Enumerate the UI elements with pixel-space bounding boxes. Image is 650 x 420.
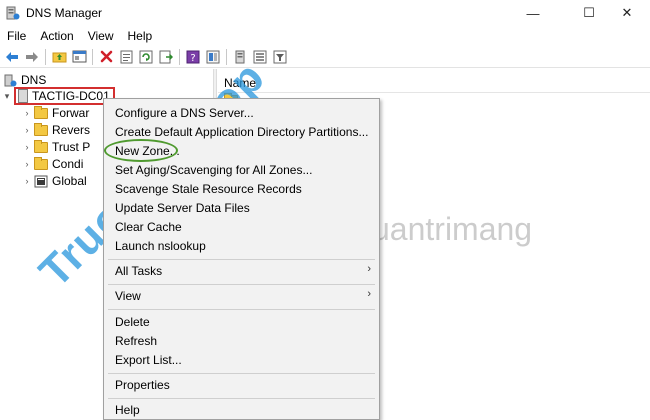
tree-item-dns-root[interactable]: DNS — [4, 72, 46, 88]
tree-item-server[interactable]: ▾ TACTIG-DC01 — [2, 87, 115, 105]
menu-separator — [108, 373, 375, 374]
refresh-icon[interactable] — [137, 48, 155, 66]
server-highlight-box: TACTIG-DC01 — [14, 87, 115, 105]
properties-icon[interactable] — [117, 48, 135, 66]
chevron-right-icon[interactable]: › — [22, 159, 32, 169]
toolbar-separator — [179, 48, 180, 65]
menu-item-export-list[interactable]: Export List... — [104, 350, 379, 369]
back-arrow-icon[interactable] — [3, 48, 21, 66]
menu-item-help[interactable]: Help — [104, 400, 379, 419]
tree-item-forward-lookup[interactable]: › Forwar — [22, 105, 89, 121]
tree-label: DNS — [21, 73, 47, 87]
help-topics-icon[interactable] — [204, 48, 222, 66]
menu-item-delete[interactable]: Delete — [104, 312, 379, 331]
delete-icon[interactable] — [97, 48, 115, 66]
tree-label: Global — [52, 174, 87, 188]
up-folder-icon[interactable] — [50, 48, 68, 66]
toolbar-separator — [92, 48, 93, 65]
menu-separator — [108, 309, 375, 310]
menu-item-nslookup[interactable]: Launch nslookup — [104, 236, 379, 255]
menu-item-refresh[interactable]: Refresh — [104, 331, 379, 350]
toolbar: ? — [0, 46, 650, 68]
server-icon — [18, 89, 28, 103]
chevron-right-icon[interactable]: › — [22, 142, 32, 152]
menu-item-label: View — [115, 288, 141, 303]
svg-text:?: ? — [190, 53, 195, 64]
export-list-icon[interactable] — [157, 48, 175, 66]
menu-item-label: All Tasks — [115, 263, 163, 278]
window-title: DNS Manager — [26, 6, 103, 20]
record-icon[interactable] — [231, 48, 249, 66]
menu-item-properties[interactable]: Properties — [104, 375, 379, 394]
tree-label: Trust P — [52, 140, 91, 154]
tree-item-trust-points[interactable]: › Trust P — [22, 139, 90, 155]
menu-item-set-aging[interactable]: Set Aging/Scavenging for All Zones... — [104, 160, 379, 179]
menu-view[interactable]: View — [81, 26, 121, 46]
close-button[interactable]: ✕ — [604, 0, 650, 26]
menu-item-create-partitions[interactable]: Create Default Application Directory Par… — [104, 122, 379, 141]
tree-label: Condi — [52, 157, 84, 171]
menu-action[interactable]: Action — [33, 26, 80, 46]
toolbar-separator — [45, 48, 46, 65]
menu-separator — [108, 284, 375, 285]
tree-item-reverse-lookup[interactable]: › Revers — [22, 122, 90, 138]
toolbar-separator — [226, 48, 227, 65]
context-menu: Configure a DNS Server... Create Default… — [103, 98, 380, 420]
folder-icon — [34, 139, 48, 153]
filter-icon[interactable] — [271, 48, 289, 66]
tree-item-conditional-forwarders[interactable]: › Condi — [22, 156, 83, 172]
menu-file[interactable]: File — [0, 26, 33, 46]
chevron-right-icon: › — [367, 263, 371, 275]
dns-manager-icon — [6, 6, 20, 20]
menu-item-all-tasks[interactable]: All Tasks › — [104, 261, 379, 280]
server-list-icon[interactable] — [251, 48, 269, 66]
log-icon — [34, 175, 48, 187]
dns-icon — [4, 74, 17, 86]
minimize-button[interactable]: — — [510, 0, 556, 26]
menu-separator — [108, 259, 375, 260]
menu-item-view[interactable]: View › — [104, 286, 379, 305]
tree-item-global-logs[interactable]: › Global — [22, 173, 87, 189]
menu-item-scavenge[interactable]: Scavenge Stale Resource Records — [104, 179, 379, 198]
chevron-down-icon[interactable]: ▾ — [2, 91, 12, 102]
menu-item-clear-cache[interactable]: Clear Cache — [104, 217, 379, 236]
chevron-right-icon: › — [367, 288, 371, 300]
console-tree-icon[interactable] — [70, 48, 88, 66]
folder-icon — [34, 105, 48, 119]
menu-help[interactable]: Help — [121, 26, 160, 46]
column-name-header[interactable]: Name — [224, 76, 256, 90]
tree-label: TACTIG-DC01 — [32, 89, 110, 103]
menu-separator — [108, 398, 375, 399]
chevron-right-icon[interactable]: › — [22, 176, 32, 186]
menu-bar: File Action View Help — [0, 26, 650, 46]
help-icon[interactable]: ? — [184, 48, 202, 66]
chevron-right-icon[interactable]: › — [22, 108, 32, 118]
menu-item-update-files[interactable]: Update Server Data Files — [104, 198, 379, 217]
tree-label: Revers — [52, 123, 91, 137]
forward-arrow-icon[interactable] — [23, 48, 41, 66]
menu-item-configure-dns[interactable]: Configure a DNS Server... — [104, 103, 379, 122]
folder-icon — [34, 122, 48, 136]
menu-item-new-zone[interactable]: New Zone... — [104, 141, 379, 160]
title-bar: DNS Manager — ☐ ✕ — [0, 0, 650, 26]
tree-label: Forwar — [52, 106, 90, 120]
folder-icon — [34, 156, 48, 170]
column-header[interactable]: Name — [218, 73, 650, 93]
chevron-right-icon[interactable]: › — [22, 125, 32, 135]
